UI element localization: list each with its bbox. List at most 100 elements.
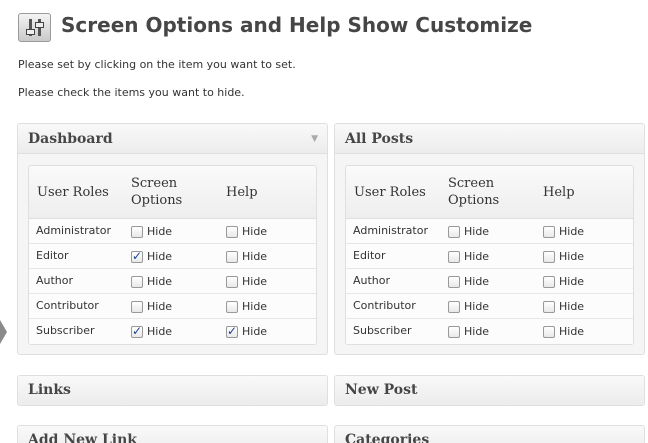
dashboard-box-title: Dashboard: [28, 131, 113, 147]
table-row: Editor Hide Hide: [29, 244, 316, 269]
role-label: Author: [36, 274, 74, 287]
help-hide-checkbox[interactable]: Hide: [543, 301, 584, 314]
checkbox-label: Hide: [147, 300, 173, 313]
dashboard-box: Dashboard ▼ User Roles Screen Options He…: [17, 123, 328, 355]
add-new-link-box-header[interactable]: Add New Link: [18, 426, 327, 443]
intro-text-hide: Please check the items you want to hide.: [18, 86, 245, 99]
collapse-arrow-icon[interactable]: [0, 320, 7, 344]
checkbox[interactable]: [448, 226, 460, 238]
add-new-link-box-title: Add New Link: [28, 432, 137, 443]
help-hide-checkbox[interactable]: Hide: [226, 301, 267, 314]
role-label: Author: [353, 274, 391, 287]
table-row: Contributor Hide Hide: [29, 294, 316, 319]
table-row: Administrator Hide Hide: [346, 219, 633, 244]
table-row: Contributor Hide Hide: [346, 294, 633, 319]
intro-text: Please set by clicking on the item you w…: [18, 58, 296, 71]
checkbox[interactable]: [131, 226, 143, 238]
role-label: Subscriber: [353, 324, 412, 337]
help-hide-checkbox[interactable]: Hide: [543, 276, 584, 289]
role-label: Subscriber: [36, 324, 95, 337]
checkbox[interactable]: [226, 276, 238, 288]
table-row: Editor Hide Hide: [346, 244, 633, 269]
role-label: Editor: [353, 249, 386, 262]
column-header-screen-options: Screen Options: [448, 176, 500, 208]
screen-options-hide-checkbox[interactable]: Hide: [131, 301, 172, 314]
checkbox-label: Hide: [242, 325, 268, 338]
toggle-arrow-icon[interactable]: ▼: [311, 124, 318, 154]
role-label: Administrator: [36, 224, 111, 237]
checkbox[interactable]: [543, 301, 555, 313]
dashboard-box-header[interactable]: Dashboard ▼: [18, 124, 327, 154]
categories-box-header[interactable]: Categories: [335, 426, 644, 443]
table-header: User Roles Screen Options Help: [29, 166, 316, 219]
help-hide-checkbox[interactable]: Hide: [226, 226, 267, 239]
dashboard-roles-table: User Roles Screen Options Help Administr…: [28, 165, 317, 345]
screen-options-hide-checkbox[interactable]: Hide: [448, 226, 489, 239]
checkbox[interactable]: [131, 276, 143, 288]
table-row: Administrator Hide Hide: [29, 219, 316, 244]
checkbox-label: Hide: [464, 300, 490, 313]
help-hide-checkbox[interactable]: Hide: [226, 324, 268, 339]
table-header: User Roles Screen Options Help: [346, 166, 633, 219]
column-header-user-roles: User Roles: [354, 185, 426, 200]
links-box-header[interactable]: Links: [18, 376, 327, 405]
checkbox-label: Hide: [147, 275, 173, 288]
all-posts-box: All Posts User Roles Screen Options Help…: [334, 123, 645, 355]
checkbox-label: Hide: [147, 250, 173, 263]
checkbox[interactable]: [226, 251, 238, 263]
checkbox[interactable]: [226, 301, 238, 313]
checkbox[interactable]: [448, 251, 460, 263]
help-hide-checkbox[interactable]: Hide: [226, 251, 267, 264]
checkbox[interactable]: [543, 276, 555, 288]
checkbox[interactable]: [131, 324, 143, 338]
checkbox[interactable]: [543, 326, 555, 338]
checkbox-label: Hide: [242, 300, 268, 313]
help-hide-checkbox[interactable]: Hide: [543, 251, 584, 264]
table-row: Author Hide Hide: [346, 269, 633, 294]
help-hide-checkbox[interactable]: Hide: [226, 276, 267, 289]
column-header-screen-options: Screen Options: [131, 176, 183, 208]
add-new-link-box: Add New Link: [17, 425, 328, 443]
all-posts-box-title: All Posts: [345, 131, 414, 147]
categories-box-title: Categories: [345, 432, 430, 443]
checkbox[interactable]: [448, 276, 460, 288]
settings-sliders-icon: [18, 13, 51, 42]
checkbox-label: Hide: [559, 300, 585, 313]
links-box-title: Links: [28, 382, 71, 398]
screen-options-hide-checkbox[interactable]: Hide: [131, 249, 173, 264]
table-row: Author Hide Hide: [29, 269, 316, 294]
screen-options-hide-checkbox[interactable]: Hide: [131, 324, 172, 339]
checkbox[interactable]: [543, 226, 555, 238]
checkbox[interactable]: [131, 249, 143, 263]
checkbox[interactable]: [131, 301, 143, 313]
page-title: Screen Options and Help Show Customize: [61, 13, 533, 37]
help-hide-checkbox[interactable]: Hide: [543, 226, 584, 239]
screen-options-hide-checkbox[interactable]: Hide: [131, 226, 172, 239]
checkbox[interactable]: [448, 301, 460, 313]
checkbox-label: Hide: [464, 275, 490, 288]
new-post-box-title: New Post: [345, 382, 418, 398]
checkbox-label: Hide: [559, 325, 585, 338]
column-header-user-roles: User Roles: [37, 185, 109, 200]
checkbox-label: Hide: [242, 225, 268, 238]
checkbox[interactable]: [448, 326, 460, 338]
checkbox-label: Hide: [559, 275, 585, 288]
categories-box: Categories: [334, 425, 645, 443]
checkbox[interactable]: [543, 251, 555, 263]
checkbox-label: Hide: [559, 250, 585, 263]
column-header-help: Help: [226, 185, 258, 200]
checkbox-label: Hide: [559, 225, 585, 238]
checkbox-label: Hide: [464, 325, 490, 338]
screen-options-hide-checkbox[interactable]: Hide: [448, 251, 489, 264]
links-box: Links: [17, 375, 328, 406]
help-hide-checkbox[interactable]: Hide: [543, 326, 584, 339]
checkbox[interactable]: [226, 226, 238, 238]
checkbox-label: Hide: [147, 225, 173, 238]
screen-options-hide-checkbox[interactable]: Hide: [131, 276, 172, 289]
checkbox[interactable]: [226, 324, 238, 338]
all-posts-box-header[interactable]: All Posts: [335, 124, 644, 154]
screen-options-hide-checkbox[interactable]: Hide: [448, 276, 489, 289]
screen-options-hide-checkbox[interactable]: Hide: [448, 326, 489, 339]
screen-options-hide-checkbox[interactable]: Hide: [448, 301, 489, 314]
new-post-box-header[interactable]: New Post: [335, 376, 644, 405]
